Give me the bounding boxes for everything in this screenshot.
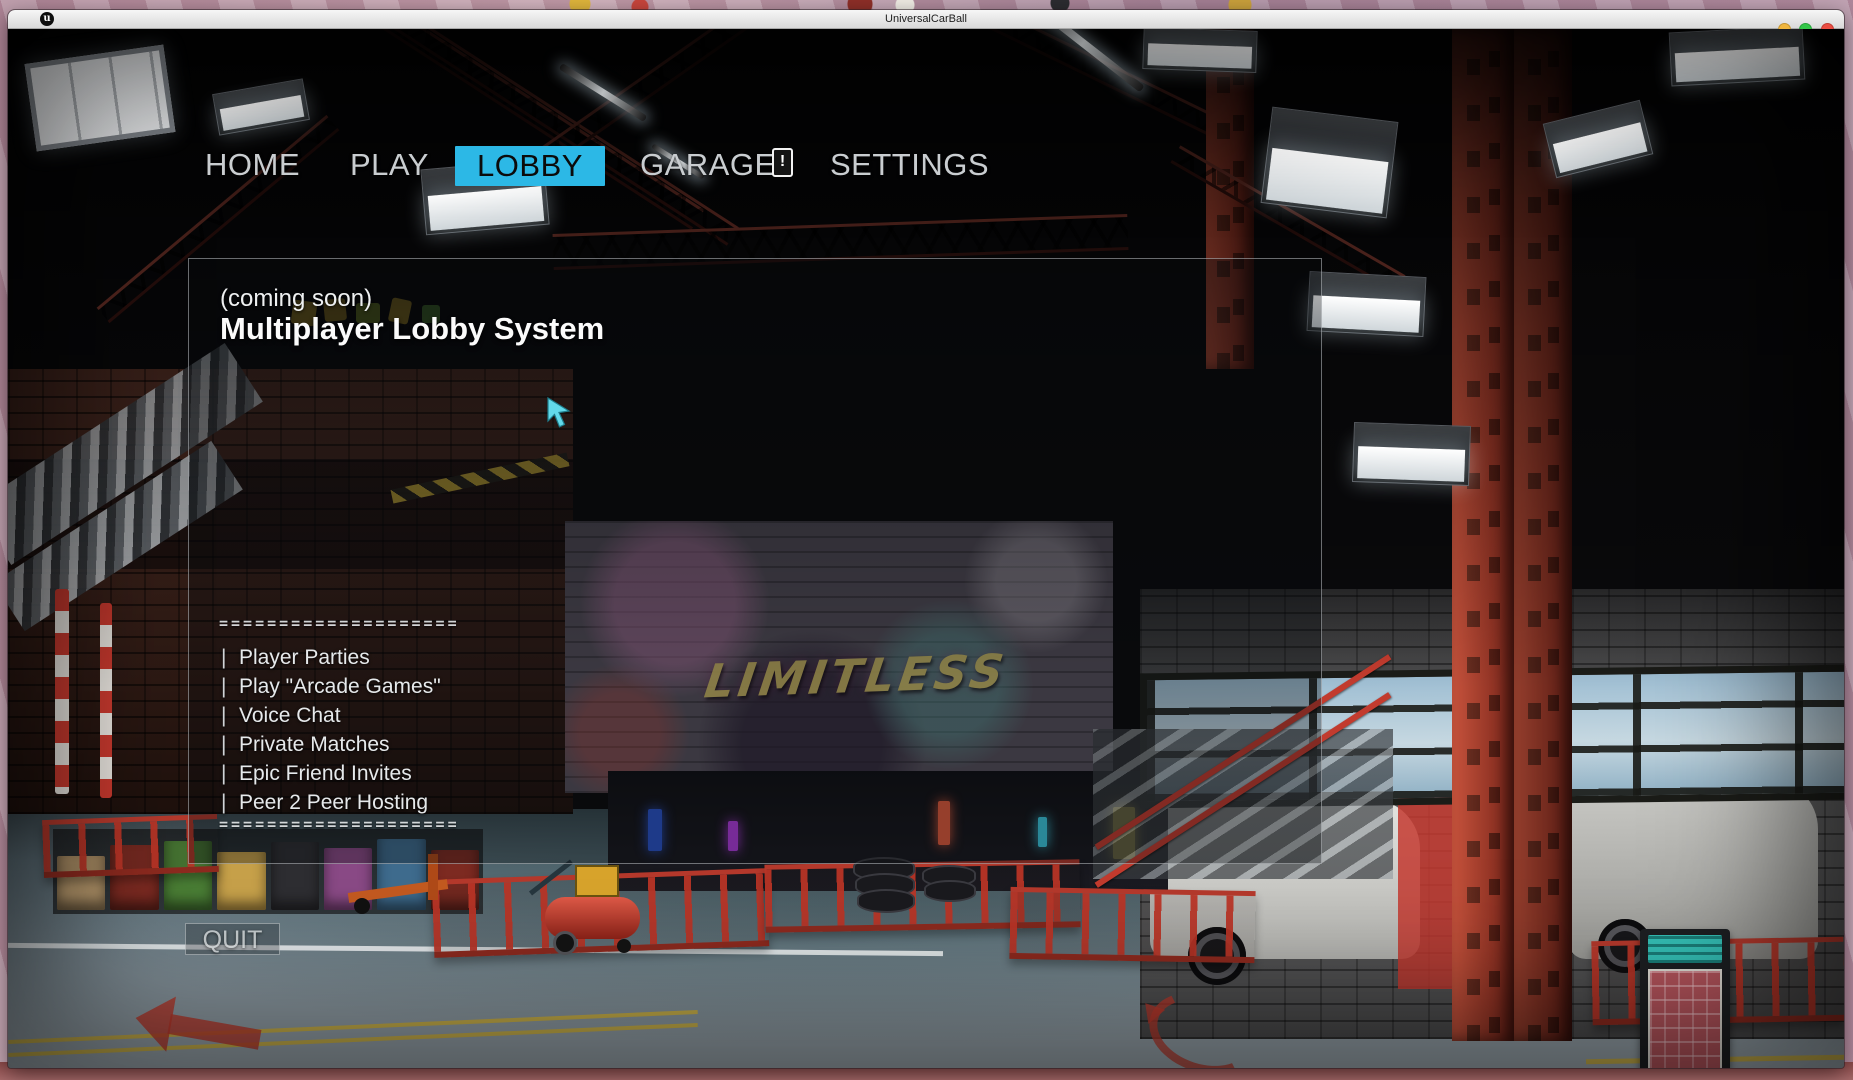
feature-item: | Player Parties [221,643,370,672]
compressor-wheel [553,931,577,955]
feature-bullet: | [221,643,233,672]
feature-item: | Voice Chat [221,701,341,730]
red-lattice-column [1452,29,1514,1041]
ceiling-light [1352,422,1471,486]
ceiling-ac-unit [25,45,176,152]
screen: UniversalCarBall u LIMITLESS [0,0,1853,1080]
nav-home[interactable]: HOME [205,145,300,185]
nav-garage-label: GARAGE [640,147,776,182]
red-lattice-column [1514,29,1572,1041]
tire-stack [924,880,976,902]
nav-lobby-label: LOBBY [477,148,583,183]
feature-label: Epic Friend Invites [239,762,412,785]
game-viewport: LIMITLESS [8,29,1844,1068]
tire-stack [857,889,915,913]
lobby-panel: (coming soon) Multiplayer Lobby System =… [188,258,1322,864]
ceiling-light [1261,107,1399,219]
air-compressor [545,879,655,969]
window-title: UniversalCarBall [8,10,1844,28]
feature-item: | Peer 2 Peer Hosting [221,788,428,817]
compressor-wheel [617,939,631,953]
nav-garage[interactable]: GARAGE [640,145,776,185]
nav-lobby[interactable]: LOBBY [455,146,605,186]
divider-top: ==================== [219,614,639,632]
arrow-shaft [167,1014,261,1050]
striped-pole [55,589,69,794]
ceiling-light [212,78,310,135]
coming-soon-label: (coming soon) [220,285,372,313]
titlebar[interactable]: UniversalCarBall u [8,10,1844,29]
feature-label: Voice Chat [239,704,341,727]
quit-button[interactable]: QUIT [185,923,280,955]
game-cursor-icon [545,396,573,428]
nav-home-label: HOME [205,147,300,182]
red-barrier [1009,887,1255,963]
jack-wheel [354,898,370,914]
feature-bullet: | [221,759,233,788]
feature-label: Player Parties [239,646,370,669]
sign-screen [1648,935,1722,963]
ceiling-light [1142,29,1257,73]
panel-title: Multiplayer Lobby System [220,311,604,347]
feature-label: Private Matches [239,733,390,756]
feature-bullet: | [221,672,233,701]
dyno-sign-board [1640,929,1730,1068]
feature-label: Play "Arcade Games" [239,675,441,698]
feature-bullet: | [221,701,233,730]
feature-bullet: | [221,730,233,759]
nav-play-label: PLAY [350,147,429,182]
nav-settings[interactable]: SETTINGS [830,145,989,185]
app-icon: u [40,12,54,26]
feature-item: | Private Matches [221,730,390,759]
compressor-motor [575,865,619,897]
nav-play[interactable]: PLAY [350,145,429,185]
divider-bottom: ==================== [219,815,639,833]
feature-item: | Play "Arcade Games" [221,672,441,701]
feature-label: Peer 2 Peer Hosting [239,791,428,814]
ceiling-light [1669,29,1806,86]
feature-bullet: | [221,788,233,817]
garage-notification-badge: ! [772,148,793,177]
nav-settings-label: SETTINGS [830,147,989,182]
striped-pole [100,603,112,798]
app-window: UniversalCarBall u LIMITLESS [8,10,1844,1068]
feature-item: | Epic Friend Invites [221,759,412,788]
ceiling-light [1307,271,1427,337]
sign-panel [1648,969,1722,1068]
